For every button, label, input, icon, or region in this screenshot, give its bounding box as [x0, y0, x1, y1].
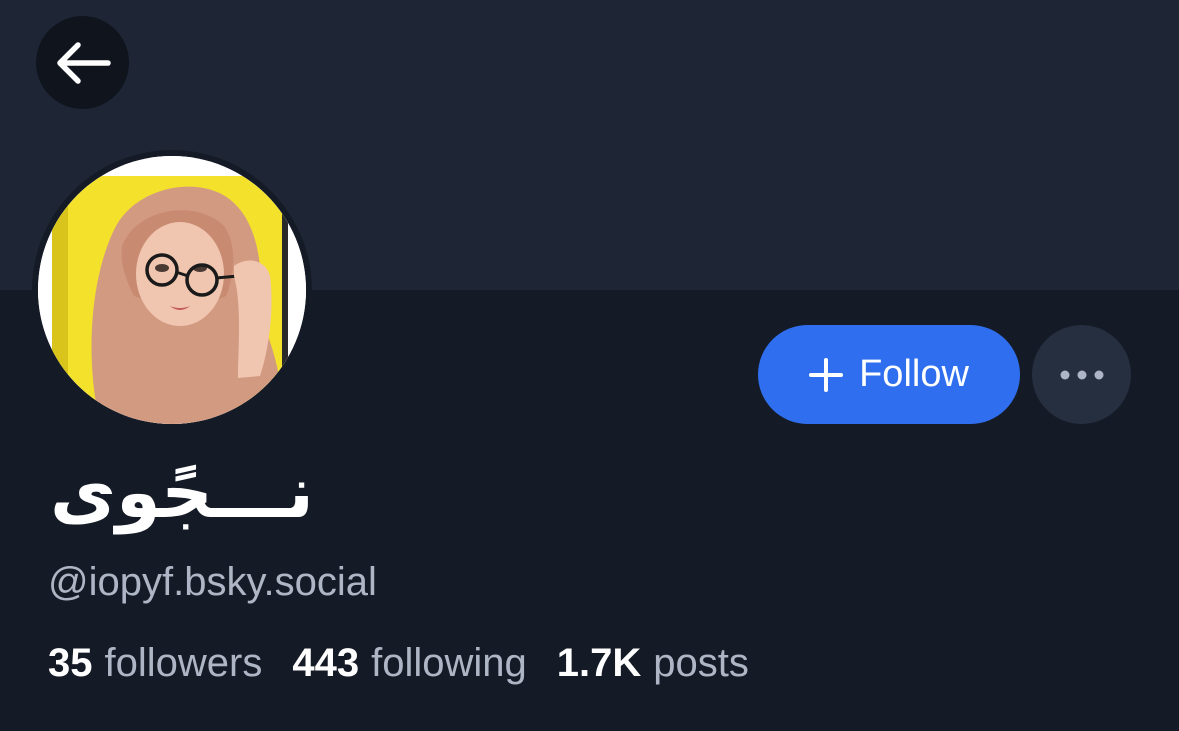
more-options-button[interactable] — [1032, 325, 1131, 424]
display-name: نـــجًوى — [50, 450, 314, 534]
plus-icon — [809, 357, 844, 392]
follow-button[interactable]: Follow — [758, 325, 1020, 424]
avatar[interactable] — [38, 156, 306, 424]
followers-count: 35 — [48, 641, 93, 685]
followers-stat[interactable]: 35 followers — [48, 636, 262, 690]
arrow-left-icon — [56, 41, 111, 84]
posts-count: 1.7K — [556, 641, 642, 685]
back-button[interactable] — [36, 16, 129, 109]
posts-label: posts — [653, 641, 749, 685]
profile-page: Follow نـــجًوى @iopyf.bsky.social 35 fo… — [0, 0, 1179, 731]
profile-stats: 35 followers 443 following 1.7K posts — [48, 636, 749, 690]
following-stat[interactable]: 443 following — [292, 636, 526, 690]
follow-button-label: Follow — [859, 353, 969, 395]
followers-label: followers — [104, 641, 263, 685]
avatar-container[interactable] — [32, 150, 312, 430]
posts-stat: 1.7K posts — [557, 636, 749, 690]
profile-handle: @iopyf.bsky.social — [48, 560, 377, 604]
ellipsis-icon — [1060, 370, 1103, 379]
following-count: 443 — [292, 641, 360, 685]
avatar-illustration — [38, 156, 306, 424]
following-label: following — [371, 641, 527, 685]
